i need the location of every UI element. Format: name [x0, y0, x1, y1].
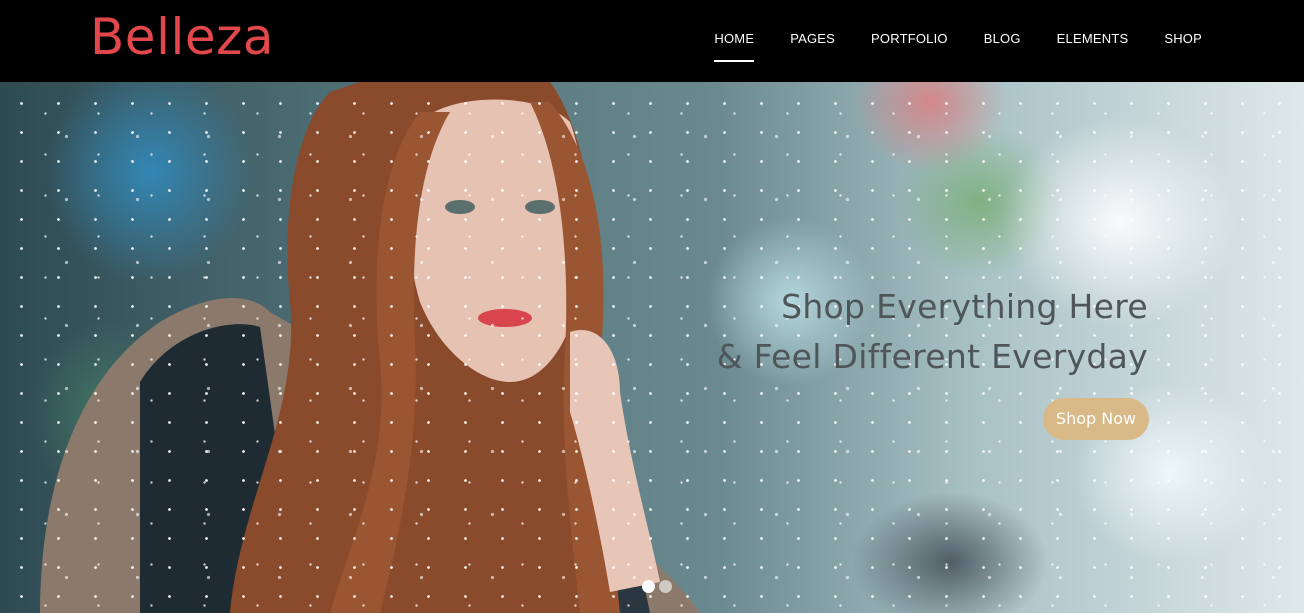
slider-dots: [642, 580, 676, 593]
nav-item-blog[interactable]: BLOG: [984, 0, 1021, 82]
nav-item-elements[interactable]: ELEMENTS: [1057, 0, 1129, 82]
headline-line-1: Shop Everything Here: [781, 287, 1148, 326]
slider-dot-1[interactable]: [642, 580, 655, 593]
headline-line-2: & Feel Different Everyday: [716, 337, 1148, 376]
nav-item-home[interactable]: HOME: [714, 0, 755, 82]
hero-slider: Shop Everything Here & Feel Different Ev…: [0, 82, 1304, 613]
shop-now-button[interactable]: Shop Now: [1043, 398, 1149, 440]
nav-item-pages[interactable]: PAGES: [790, 0, 835, 82]
nav-item-shop[interactable]: SHOP: [1164, 0, 1202, 82]
nav-item-portfolio[interactable]: PORTFOLIO: [871, 0, 948, 82]
slider-dot-2[interactable]: [659, 580, 672, 593]
hero-headline: Shop Everything Here & Feel Different Ev…: [717, 282, 1148, 382]
site-header: Belleza HOME PAGES PORTFOLIO BLOG ELEMEN…: [0, 0, 1304, 82]
site-logo[interactable]: Belleza: [90, 6, 274, 68]
main-nav: HOME PAGES PORTFOLIO BLOG ELEMENTS SHOP: [714, 0, 1202, 82]
